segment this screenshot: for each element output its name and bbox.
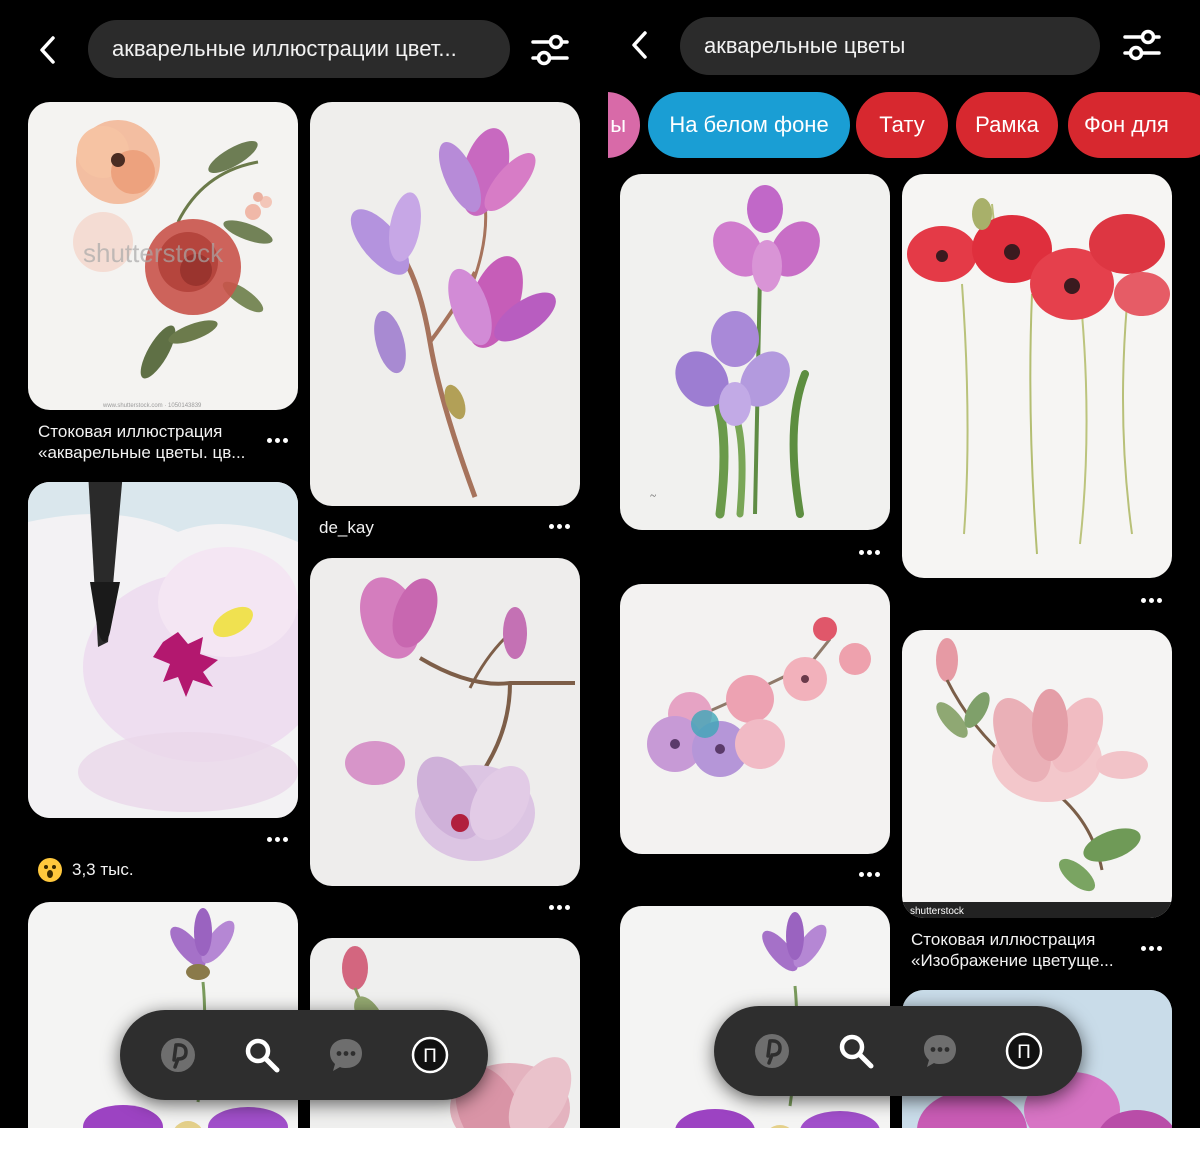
search-button[interactable] [832, 1027, 880, 1075]
home-icon [161, 1038, 195, 1072]
chip-partial[interactable]: ы [608, 92, 640, 158]
wow-emoji-icon [38, 858, 62, 882]
magnolia-image [350, 128, 556, 498]
poppies-image [907, 198, 1170, 555]
sliders-icon [531, 34, 569, 66]
more-options-button[interactable] [854, 864, 884, 884]
shutterstock-watermark: shutterstock [910, 906, 965, 917]
bottom-navigation-bar: П [714, 1006, 1082, 1096]
reaction-count-label: 3,3 тыс. [72, 860, 134, 879]
profile-letter: П [1017, 1041, 1031, 1063]
more-options-button[interactable] [544, 897, 574, 917]
search-input[interactable]: акварельные цветы [680, 17, 1100, 75]
pin-caption-de-kay[interactable]: de_kay [319, 517, 374, 538]
back-button[interactable] [620, 25, 660, 65]
profile-button[interactable]: П [1000, 1027, 1048, 1075]
profile-icon: П [411, 1036, 449, 1074]
magnolia-stock-image: shutterstock [902, 638, 1172, 918]
chip-frame[interactable]: Рамка [956, 92, 1058, 158]
chip-white-background[interactable]: На белом фоне [648, 92, 850, 158]
chip-tattoo[interactable]: Тату [856, 92, 948, 158]
stock-id-watermark: www.shutterstock.com · 1050143839 [102, 403, 202, 409]
profile-icon: П [1005, 1032, 1043, 1070]
cherry-blossom-image [647, 617, 871, 777]
more-options-button[interactable] [1136, 938, 1166, 958]
roses-image: shutterstock www.shutterstock.com · 1050… [73, 120, 273, 409]
pin-image-magnolia[interactable] [310, 102, 580, 506]
magnolia-sprig-image [345, 577, 575, 861]
filter-button[interactable] [1120, 23, 1164, 67]
chevron-left-icon [40, 36, 55, 64]
pin-image-magnolia-sprig[interactable] [310, 558, 580, 886]
search-icon [839, 1034, 874, 1069]
pin-image-magnolia-shutterstock[interactable]: shutterstock [902, 630, 1172, 918]
home-button[interactable] [154, 1031, 202, 1079]
brush-painting-image [28, 482, 298, 818]
pin-caption-roses[interactable]: Стоковая иллюстрация «акварельные цветы.… [38, 421, 264, 463]
home-button[interactable] [748, 1027, 796, 1075]
home-icon [755, 1034, 789, 1068]
more-options-button[interactable] [1136, 590, 1166, 610]
more-options-button[interactable] [262, 430, 292, 450]
search-button[interactable] [238, 1031, 286, 1079]
messages-button[interactable] [322, 1031, 370, 1079]
messages-button[interactable] [916, 1027, 964, 1075]
bottom-navigation-bar: П [120, 1010, 488, 1100]
back-button[interactable] [28, 30, 68, 70]
search-query: акварельные иллюстрации цвет... [112, 36, 457, 61]
filter-button[interactable] [528, 28, 572, 72]
suggestion-chips: ы На белом фоне Тату Рамка Фон для [608, 92, 1200, 158]
more-options-button[interactable] [544, 516, 574, 536]
chip-background[interactable]: Фон для [1068, 92, 1200, 158]
messages-icon [330, 1039, 362, 1071]
pin-image-cherry-blossom[interactable] [620, 584, 890, 854]
profile-button[interactable]: П [406, 1031, 454, 1079]
more-options-button[interactable] [854, 542, 884, 562]
shutterstock-watermark: shutterstock [83, 238, 224, 268]
pin-image-roses[interactable]: shutterstock www.shutterstock.com · 1050… [28, 102, 298, 410]
messages-icon [924, 1035, 956, 1067]
bottom-strip [0, 1128, 1200, 1165]
sliders-icon [1123, 29, 1161, 61]
search-query: акварельные цветы [704, 33, 906, 58]
svg-text:~: ~ [650, 490, 656, 502]
reaction-count[interactable]: 3,3 тыс. [38, 858, 134, 882]
search-input[interactable]: акварельные иллюстрации цвет... [88, 20, 510, 78]
pin-caption-magnolia[interactable]: Стоковая иллюстрация «Изображение цветущ… [911, 929, 1137, 971]
pin-image-iris[interactable]: ~ [620, 174, 890, 530]
right-screen: акварельные цветы ы На белом фоне Тату Р… [608, 0, 1200, 1128]
iris-image: ~ [650, 185, 820, 519]
chevron-left-icon [632, 31, 647, 59]
more-options-button[interactable] [262, 829, 292, 849]
profile-letter: П [423, 1045, 437, 1067]
left-screen: акварельные иллюстрации цвет... shutters… [0, 0, 600, 1128]
pin-image-poppies[interactable] [902, 174, 1172, 578]
search-icon [245, 1038, 280, 1073]
pin-image-brush[interactable] [28, 482, 298, 818]
